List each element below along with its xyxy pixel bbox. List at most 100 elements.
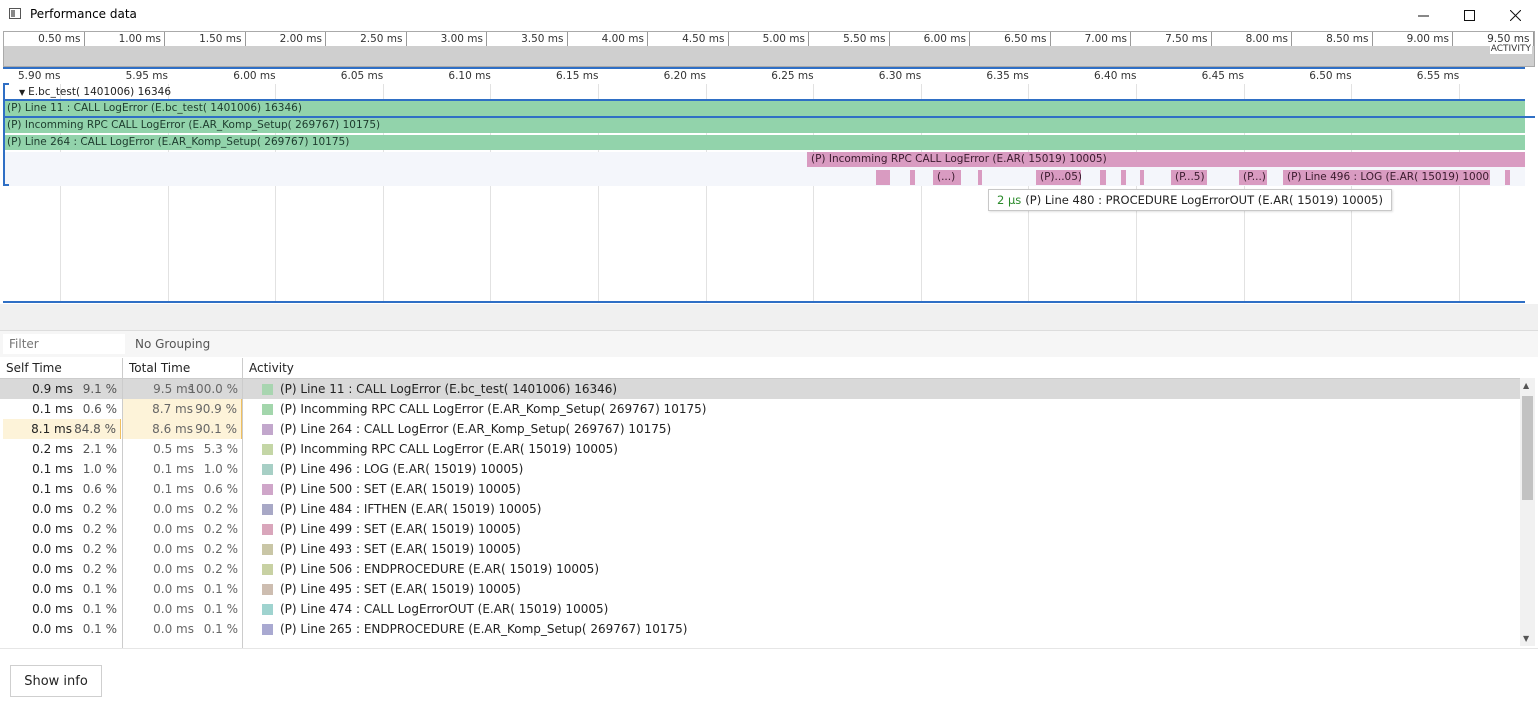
- self-time-cell: 0.1 ms 0.6 %: [3, 479, 121, 499]
- vertical-scrollbar[interactable]: ▲ ▼: [1520, 378, 1535, 646]
- timeline-bar[interactable]: (P) Line 264 : CALL LogError (E.AR_Komp_…: [3, 135, 1525, 150]
- table-row[interactable]: 0.0 ms 0.2 % 0.0 ms 0.2 % (P) Line 499 : SET…: [0, 519, 1520, 539]
- overview-tick-label: 8.00 ms: [1212, 32, 1292, 46]
- total-time-value: 8.6 ms: [152, 422, 193, 436]
- activity-label: (P) Line 506 : ENDPROCEDURE (E.AR( 15019…: [280, 562, 599, 576]
- total-time-percent: 100.0 %: [188, 382, 238, 396]
- timeline-bar-small[interactable]: (P)...05): [1036, 170, 1081, 185]
- total-time-percent: 0.1 %: [203, 602, 238, 616]
- timeline-bar-small[interactable]: [1121, 170, 1126, 185]
- table-row[interactable]: 0.0 ms 0.1 % 0.0 ms 0.1 % (P) Line 495 : SET…: [0, 579, 1520, 599]
- total-time-value: 0.0 ms: [153, 602, 194, 616]
- scroll-up-icon[interactable]: ▲: [1523, 381, 1529, 390]
- self-time-percent: 84.8 %: [74, 422, 116, 436]
- activity-label: (P) Line 265 : ENDPROCEDURE (E.AR_Komp_S…: [280, 622, 688, 636]
- activity-color-swatch: [262, 484, 273, 495]
- table-row[interactable]: 0.1 ms 1.0 % 0.1 ms 1.0 % (P) Line 496 : LOG…: [0, 459, 1520, 479]
- total-time-percent: 0.2 %: [203, 522, 238, 536]
- self-time-percent: 1.0 %: [82, 462, 117, 476]
- timeline-bar[interactable]: (P) Incomming RPC CALL LogError (E.AR_Ko…: [3, 118, 1525, 133]
- activity-cell: (P) Line 493 : SET (E.AR( 15019) 10005): [262, 539, 1512, 559]
- total-time-percent: 90.9 %: [195, 402, 237, 416]
- self-time-percent: 0.2 %: [82, 502, 117, 516]
- self-time-value: 0.1 ms: [32, 462, 73, 476]
- total-time-value: 0.0 ms: [153, 522, 194, 536]
- timeline-bar-small[interactable]: [876, 170, 890, 185]
- column-header-total-time[interactable]: Total Time: [123, 358, 243, 379]
- timeline-bar-small[interactable]: [978, 170, 982, 185]
- overview-tick-label: 0.50 ms: [4, 32, 85, 46]
- table-row[interactable]: 0.0 ms 0.2 % 0.0 ms 0.2 % (P) Line 506 : END…: [0, 559, 1520, 579]
- show-info-button[interactable]: Show info: [10, 665, 102, 697]
- filter-bar: No Grouping: [0, 331, 1538, 357]
- total-time-value: 0.0 ms: [153, 562, 194, 576]
- self-time-cell: 0.0 ms 0.1 %: [3, 579, 121, 599]
- overview-tick-label: 5.50 ms: [809, 32, 890, 46]
- self-time-percent: 0.1 %: [82, 602, 117, 616]
- timeline-bar-small[interactable]: (P...): [1239, 170, 1267, 185]
- table-row[interactable]: 0.9 ms 9.1 % 9.5 ms 100.0 % (P) Line 11 : CA…: [0, 379, 1520, 399]
- maximize-button[interactable]: [1446, 0, 1492, 30]
- table-row[interactable]: 0.1 ms 0.6 % 0.1 ms 0.6 % (P) Line 500 : SET…: [0, 479, 1520, 499]
- overview-activity-label: ACTIVITY: [1489, 44, 1532, 54]
- grouping-selector[interactable]: No Grouping: [135, 337, 210, 351]
- self-time-value: 0.0 ms: [32, 542, 73, 556]
- activity-cell: (P) Line 484 : IFTHEN (E.AR( 15019) 1000…: [262, 499, 1512, 519]
- overview-activity-band[interactable]: [4, 46, 1534, 66]
- activity-label: (P) Line 264 : CALL LogError (E.AR_Komp_…: [280, 422, 672, 436]
- activity-label: (P) Line 496 : LOG (E.AR( 15019) 10005): [280, 462, 524, 476]
- tooltip-text: (P) Line 480 : PROCEDURE LogErrorOUT (E.…: [1025, 193, 1383, 207]
- overview-timeline[interactable]: 0.50 ms 1.00 ms 1.50 ms 2.00 ms 2.50 ms 3.00 …: [3, 31, 1535, 67]
- tree-node-root[interactable]: ▼ E.bc_test( 1401006) 16346: [19, 86, 171, 98]
- activity-color-swatch: [262, 384, 273, 395]
- table-row[interactable]: 0.0 ms 0.2 % 0.0 ms 0.2 % (P) Line 484 : IFT…: [0, 499, 1520, 519]
- column-header-self-time[interactable]: Self Time: [0, 358, 123, 379]
- activity-color-swatch: [262, 544, 273, 555]
- total-time-percent: 0.1 %: [203, 622, 238, 636]
- detail-tick-label: 6.40 ms: [1094, 70, 1137, 82]
- detail-timeline[interactable]: 5.90 ms 5.95 ms 6.00 ms 6.05 ms 6.10 ms 6.15 …: [3, 68, 1535, 303]
- table-row[interactable]: 0.1 ms 0.6 % 8.7 ms 90.9 % (P) Incomming RPC…: [0, 399, 1520, 419]
- self-time-cell: 0.0 ms 0.2 %: [3, 539, 121, 559]
- total-time-cell: 0.5 ms 5.3 %: [123, 439, 242, 459]
- detail-tick-label: 6.15 ms: [556, 70, 599, 82]
- close-button[interactable]: [1492, 0, 1538, 30]
- expand-triangle-icon[interactable]: ▼: [19, 88, 25, 97]
- self-time-cell: 8.1 ms 84.8 %: [3, 419, 121, 439]
- self-time-value: 0.9 ms: [32, 382, 73, 396]
- timeline-bar-small[interactable]: (...): [933, 170, 961, 185]
- table-row[interactable]: 0.0 ms 0.1 % 0.0 ms 0.1 % (P) Line 474 : CAL…: [0, 599, 1520, 619]
- total-time-cell: 0.0 ms 0.1 %: [123, 599, 242, 619]
- overview-ruler: 0.50 ms 1.00 ms 1.50 ms 2.00 ms 2.50 ms 3.00 …: [4, 32, 1534, 46]
- total-time-cell: 0.0 ms 0.2 %: [123, 499, 242, 519]
- detail-tick-label: 6.55 ms: [1416, 70, 1460, 82]
- timeline-bar[interactable]: (P) Incomming RPC CALL LogError (E.AR( 1…: [807, 152, 1525, 167]
- activity-color-swatch: [262, 444, 273, 455]
- total-time-cell: 9.5 ms 100.0 %: [123, 379, 242, 399]
- timeline-bar-small[interactable]: [910, 170, 915, 185]
- column-header-activity[interactable]: Activity: [243, 358, 1520, 379]
- timeline-bar-small[interactable]: (P...5): [1171, 170, 1207, 185]
- timeline-bar-small[interactable]: [1140, 170, 1144, 185]
- table-row[interactable]: 0.0 ms 0.2 % 0.0 ms 0.2 % (P) Line 493 : SET…: [0, 539, 1520, 559]
- self-time-percent: 2.1 %: [82, 442, 117, 456]
- scroll-down-icon[interactable]: ▼: [1523, 634, 1529, 643]
- timeline-bar[interactable]: (P) Line 11 : CALL LogError (E.bc_test( …: [3, 101, 1525, 116]
- timeline-bar-small[interactable]: [1505, 170, 1510, 185]
- activity-label: (P) Line 474 : CALL LogErrorOUT (E.AR( 1…: [280, 602, 609, 616]
- minimize-button[interactable]: [1400, 0, 1446, 30]
- timeline-bar-small[interactable]: [1100, 170, 1106, 185]
- overview-tick-label: 3.00 ms: [407, 32, 487, 46]
- overview-tick-label: 4.50 ms: [648, 32, 729, 46]
- self-time-cell: 0.0 ms 0.2 %: [3, 559, 121, 579]
- table-row[interactable]: 8.1 ms 84.8 % 8.6 ms 90.1 % (P) Line 264 : C…: [0, 419, 1520, 439]
- total-time-cell: 0.0 ms 0.1 %: [123, 579, 242, 599]
- table-row[interactable]: 0.0 ms 0.1 % 0.0 ms 0.1 % (P) Line 265 : END…: [0, 619, 1520, 639]
- panel-splitter[interactable]: [0, 304, 1538, 331]
- timeline-bar-small[interactable]: (P) Line 496 : LOG (E.AR( 15019) 10005): [1283, 170, 1490, 185]
- scrollbar-thumb[interactable]: [1522, 396, 1533, 500]
- table-row[interactable]: 0.2 ms 2.1 % 0.5 ms 5.3 % (P) Incomming RPC …: [0, 439, 1520, 459]
- filter-input[interactable]: [3, 334, 125, 354]
- self-time-value: 0.0 ms: [32, 582, 73, 596]
- activity-color-swatch: [262, 404, 273, 415]
